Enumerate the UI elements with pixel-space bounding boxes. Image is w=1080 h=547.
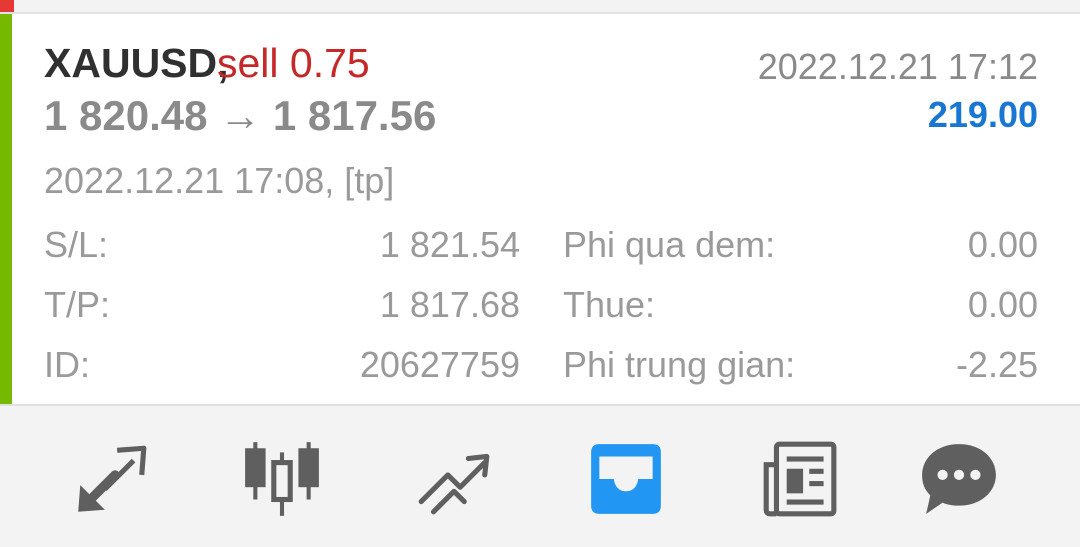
id-label: ID: [44,344,91,385]
trade-trend-icon [418,453,490,515]
trade-symbol: XAUUSD, [44,40,229,86]
trade-close-time: 2022.12.21 17:12 [757,46,1038,87]
swap-label: Phi qua dem: [563,224,776,265]
trade-open-info: 2022.12.21 17:08, [tp] [44,160,395,201]
sl-label: S/L: [44,224,109,265]
sl-value: 1 821.54 [379,224,520,265]
nav-news-button[interactable] [754,434,844,524]
tax-label: Thue: [563,284,656,325]
nav-chart-button[interactable] [237,434,327,524]
tp-value: 1 817.68 [379,284,520,325]
news-icon [763,441,837,517]
tax-value: 0.00 [967,284,1038,325]
trade-history-item[interactable]: XAUUSD, sell 0.75 1 820.48 → 1 817.56 20… [0,14,1080,406]
commission-label: Phi trung gian: [563,344,796,385]
quotes-arrows-icon [78,445,147,512]
tp-label: T/P: [44,284,111,325]
id-value: 20627759 [359,344,520,385]
detail-row: T/P: 1 817.68 Thue: 0.00 [0,284,1080,334]
swap-value: 0.00 [967,224,1038,265]
nav-history-button[interactable] [581,434,671,524]
nav-quotes-button[interactable] [66,434,156,524]
commission-value: -2.25 [955,344,1038,385]
history-inbox-icon [591,444,661,514]
bottom-navigation [0,406,1080,547]
detail-row: S/L: 1 821.54 Phi qua dem: 0.00 [0,224,1080,274]
trade-direction: sell 0.75 [217,40,370,86]
candlestick-chart-icon [245,442,319,516]
trade-price-range: 1 820.48 → 1 817.56 [44,92,437,139]
top-divider [0,0,1080,14]
detail-row: ID: 20627759 Phi trung gian: -2.25 [0,344,1080,394]
trade-profit: 219.00 [927,94,1038,135]
nav-trade-button[interactable] [409,434,499,524]
nav-chat-button[interactable] [914,434,1004,524]
chat-icon [922,444,996,514]
status-marker [0,0,14,12]
